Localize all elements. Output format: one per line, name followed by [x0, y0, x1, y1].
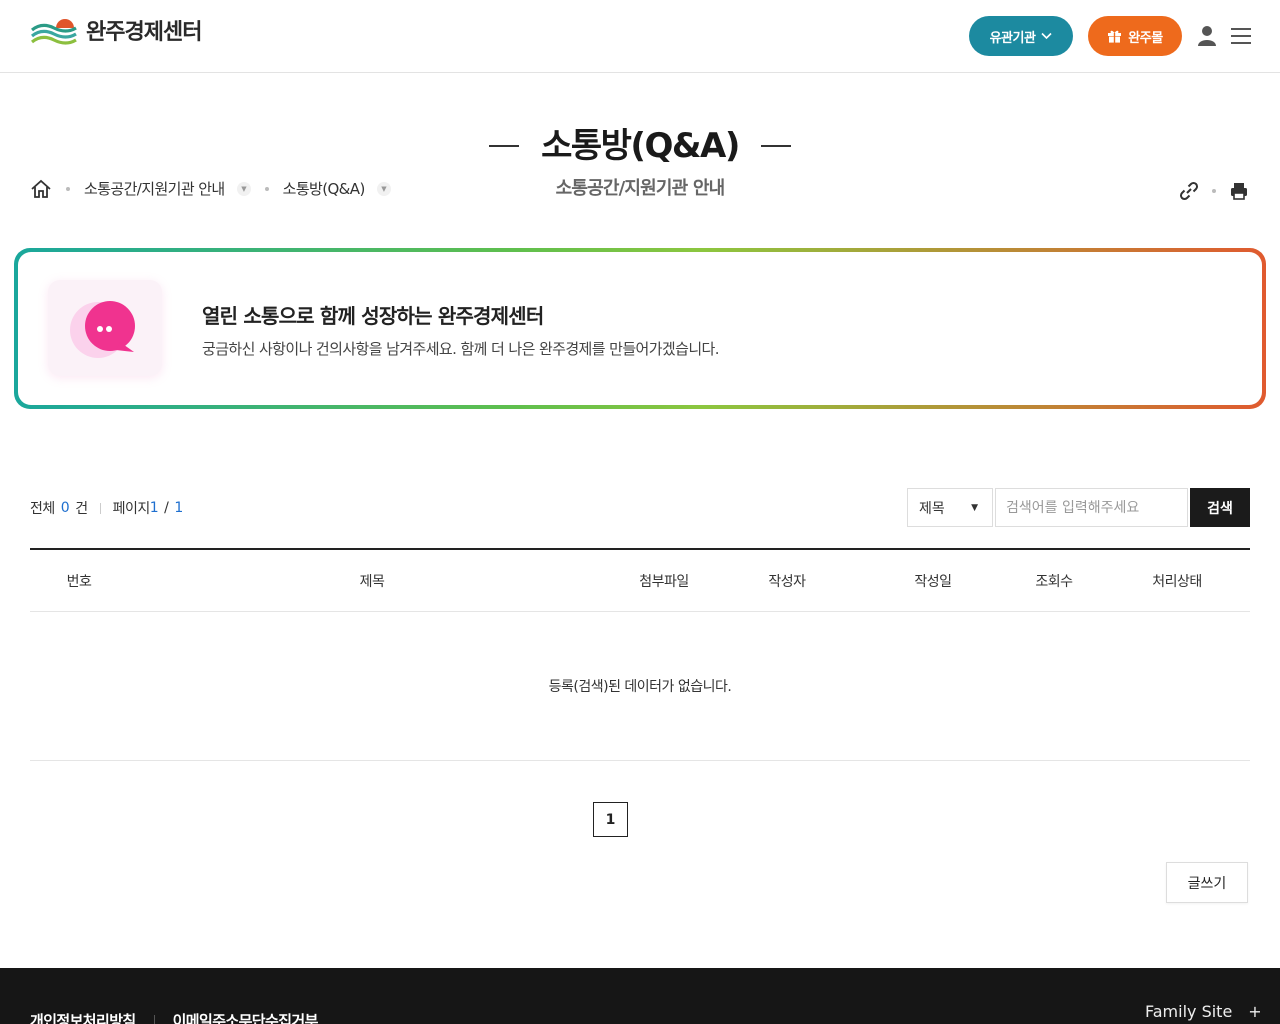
search-input[interactable]	[995, 488, 1188, 527]
table-header: 번호 제목 첨부파일 작성자 작성일 조회수 처리상태	[30, 548, 1250, 612]
plus-icon: +	[1248, 1002, 1262, 1021]
footer-links: 개인정보처리방침 이메일주소무단수집거부	[30, 1010, 318, 1024]
hamburger-menu-icon[interactable]	[1230, 26, 1252, 46]
page-current: 1	[149, 500, 159, 516]
page-tools	[1178, 180, 1250, 202]
breadcrumb-item-category[interactable]: 소통공간/지원기관 안내	[84, 178, 225, 199]
column-header-attachment: 첨부파일	[639, 574, 689, 590]
page-title: 소통방(Q&A)	[541, 126, 740, 166]
related-org-button[interactable]: 유관기관	[969, 16, 1073, 56]
gift-icon	[1108, 30, 1122, 43]
wanju-mall-button[interactable]: 완주몰	[1088, 16, 1182, 56]
site-footer: 개인정보처리방침 이메일주소무단수집거부 Family Site +	[0, 968, 1280, 1024]
chat-bubble-icon	[48, 280, 162, 376]
search-field-value: 제목	[919, 500, 945, 517]
link-share-icon[interactable]	[1178, 180, 1200, 202]
empty-message: 등록(검색)된 데이터가 없습니다.	[30, 612, 1250, 761]
write-button[interactable]: 글쓰기	[1166, 862, 1248, 903]
privacy-policy-link[interactable]: 개인정보처리방침	[30, 1010, 136, 1024]
print-icon[interactable]	[1228, 180, 1250, 202]
banner-text: 궁금하신 사항이나 건의사항을 남겨주세요. 함께 더 나은 완주경제를 만들어…	[202, 340, 719, 358]
column-header-status: 처리상태	[1152, 574, 1202, 590]
summary-divider	[99, 502, 101, 514]
home-icon[interactable]	[30, 179, 52, 199]
logo-text: 완주경제센터	[86, 20, 202, 45]
list-summary: 전체 0 건 페이지 1 / 1	[30, 498, 183, 518]
tool-separator	[1212, 189, 1216, 193]
logo[interactable]: 완주경제센터	[30, 14, 202, 46]
breadcrumb: 소통공간/지원기관 안내 ▼ 소통방(Q&A) ▼	[30, 178, 391, 199]
column-header-views: 조회수	[1035, 574, 1073, 590]
column-header-title: 제목	[359, 574, 385, 590]
page-separator: /	[164, 500, 169, 516]
family-site-label: Family Site	[1145, 1002, 1233, 1021]
total-unit: 건	[75, 501, 88, 517]
qna-table: 번호 제목 첨부파일 작성자 작성일 조회수 처리상태 등록(검색)된 데이터가…	[30, 548, 1250, 761]
total-label: 전체	[30, 501, 55, 517]
logo-mark-icon	[31, 19, 77, 45]
site-header: 완주경제센터 유관기관 완주몰	[0, 0, 1280, 73]
breadcrumb-item-current[interactable]: 소통방(Q&A)	[283, 178, 366, 199]
breadcrumb-separator	[264, 186, 269, 191]
caret-down-icon: ▼	[971, 502, 978, 513]
banner-heading: 열린 소통으로 함께 성장하는 완주경제센터	[202, 304, 544, 328]
column-header-author: 작성자	[768, 574, 806, 590]
chevron-down-icon[interactable]: ▼	[376, 181, 391, 196]
column-header-number: 번호	[66, 574, 92, 590]
title-decor-line	[761, 145, 791, 147]
family-site-toggle[interactable]: Family Site +	[1145, 1002, 1262, 1021]
breadcrumb-separator	[66, 186, 70, 191]
total-count: 0	[60, 500, 70, 516]
search-button[interactable]: 검색	[1190, 488, 1250, 527]
chevron-down-icon[interactable]: ▼	[236, 181, 251, 196]
related-org-label: 유관기관	[989, 30, 1036, 46]
page-label: 페이지	[112, 501, 151, 517]
intro-banner: 열린 소통으로 함께 성장하는 완주경제센터 궁금하신 사항이나 건의사항을 남…	[14, 248, 1266, 409]
user-icon[interactable]	[1196, 24, 1218, 48]
column-header-date: 작성일	[914, 574, 952, 590]
footer-divider	[153, 1014, 155, 1024]
page-total: 1	[174, 500, 183, 516]
chevron-down-icon	[1041, 32, 1052, 40]
pagination-page-current[interactable]: 1	[593, 802, 628, 837]
email-refusal-link[interactable]: 이메일주소무단수집거부	[173, 1010, 319, 1024]
wanju-mall-label: 완주몰	[1128, 30, 1163, 46]
search-field-select[interactable]: 제목 ▼	[907, 488, 993, 527]
